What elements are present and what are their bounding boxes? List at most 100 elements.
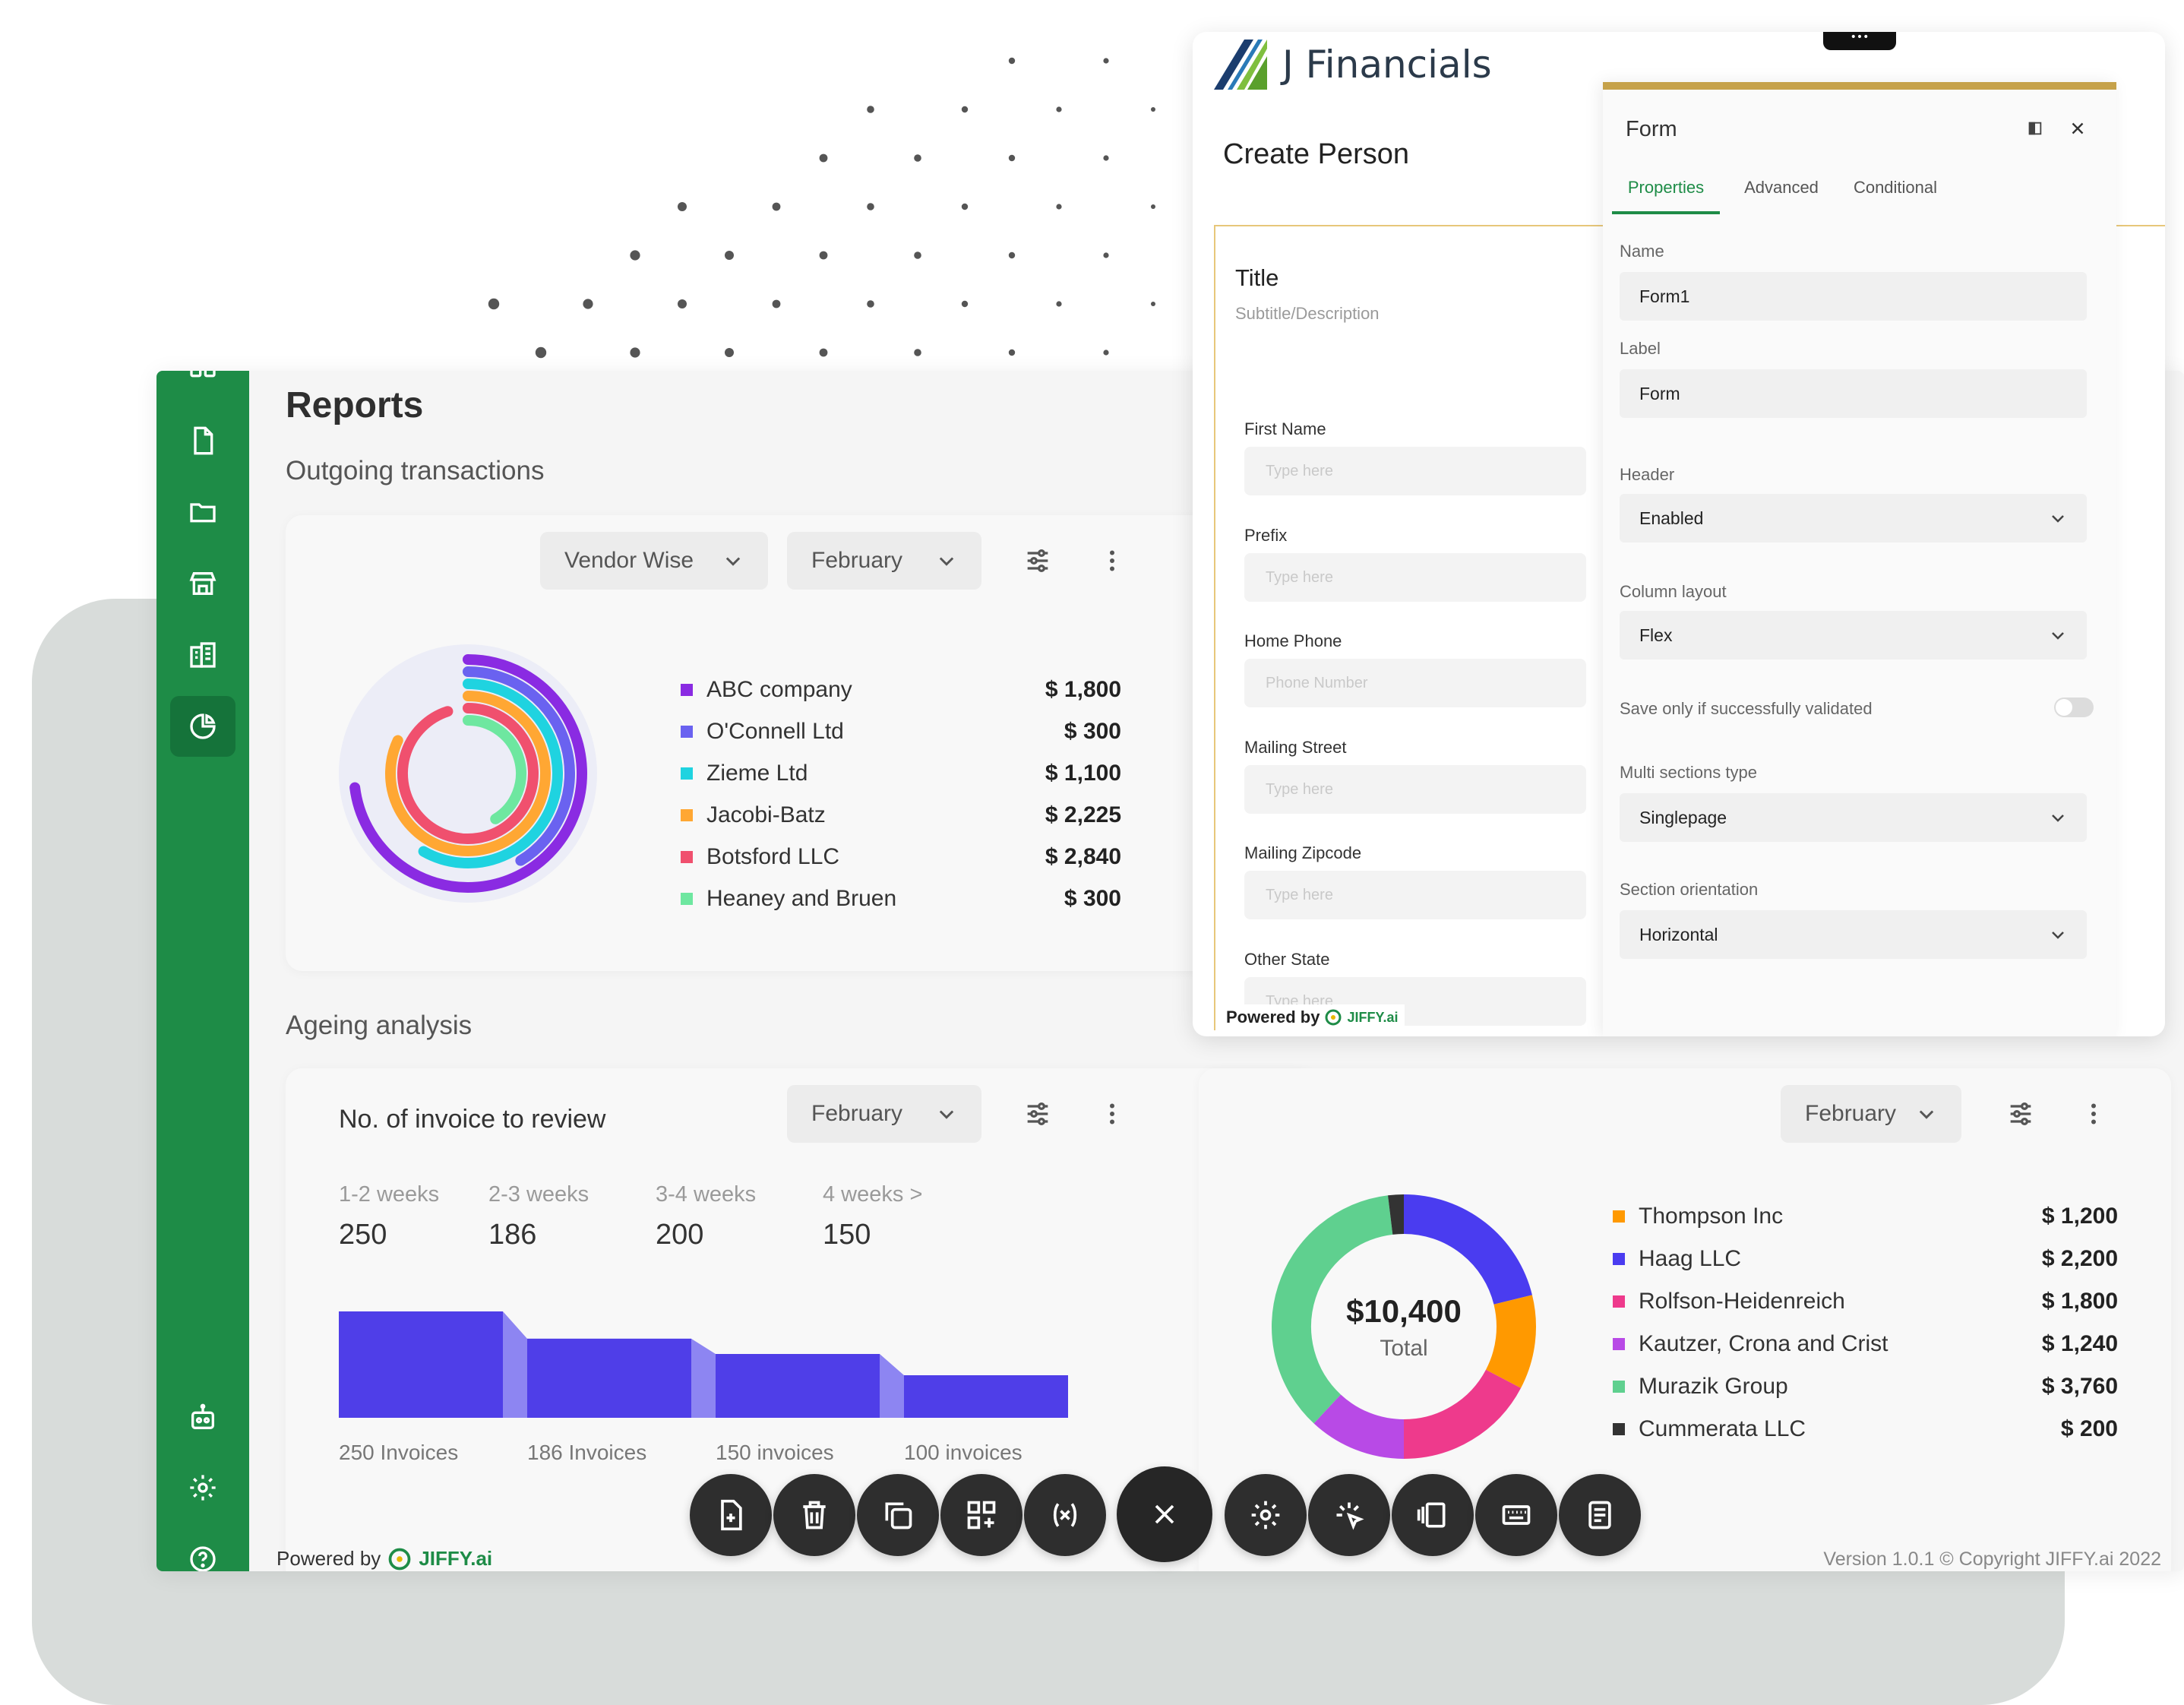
legend-swatch	[681, 893, 693, 905]
legend-name: Rolfson-Heidenreich	[1639, 1289, 1845, 1314]
label-label: Label	[1620, 339, 1661, 358]
pattern-dot	[678, 299, 687, 308]
mailing-street-input[interactable]: Type here	[1244, 765, 1586, 814]
pattern-dot	[583, 299, 593, 309]
form-title[interactable]: Title	[1235, 264, 1278, 292]
bar-connector	[503, 1311, 527, 1418]
dock-button[interactable]	[2027, 120, 2045, 138]
label-input[interactable]: Form	[1620, 369, 2087, 418]
tab-properties[interactable]: Properties	[1612, 178, 1720, 214]
donut-filter-button[interactable]	[1999, 1093, 2042, 1135]
toggle-knob	[2056, 699, 2072, 716]
legend-name: Haag LLC	[1639, 1246, 1742, 1271]
sidebar-item-help[interactable]	[170, 1529, 235, 1571]
mailing-zipcode-input[interactable]: Type here	[1244, 871, 1586, 919]
sidebar-item-grid[interactable]	[170, 371, 235, 409]
j-financials-logo	[1214, 40, 1267, 90]
tab-conditional[interactable]: Conditional	[1838, 178, 1952, 214]
pattern-dot	[772, 299, 781, 308]
multi-sections-select[interactable]: Singlepage	[1620, 793, 2087, 842]
legend-swatch	[1613, 1253, 1625, 1265]
name-input-value: Form1	[1639, 286, 1690, 306]
home-phone-input[interactable]: Phone Number	[1244, 659, 1586, 707]
month-dropdown[interactable]: February	[787, 532, 981, 590]
section-title-ageing: Ageing analysis	[286, 1011, 473, 1040]
legend-name: O'Connell Ltd	[706, 719, 844, 744]
legend-swatch	[681, 767, 693, 780]
sidebar-item-documents[interactable]	[170, 410, 235, 471]
pattern-dot	[1151, 107, 1155, 112]
pattern-dot	[961, 203, 969, 210]
outgoing-transactions-card: Vendor Wise February ABC company $ 1,800 O…	[286, 515, 1316, 971]
legend-amount: $ 200	[2060, 1416, 2118, 1441]
dot-pattern	[488, 57, 1203, 359]
legend-amount: $ 300	[1064, 719, 1121, 744]
jiffy-logo-icon	[388, 1548, 411, 1570]
pattern-dot	[1008, 251, 1016, 259]
invoice-step-chart	[339, 1311, 1068, 1418]
donut-month-dropdown[interactable]: February	[1781, 1085, 1961, 1143]
legend-name: Thompson Inc	[1639, 1204, 1784, 1229]
pattern-dot	[630, 347, 640, 358]
tab-advanced[interactable]: Advanced	[1732, 178, 1831, 214]
name-input[interactable]: Form1	[1620, 272, 2087, 321]
legend-item: O'Connell Ltd $ 300	[681, 713, 1121, 751]
sidebar-item-store[interactable]	[170, 553, 235, 614]
sliders-icon	[1027, 549, 1048, 572]
first-name-input[interactable]: Type here	[1244, 447, 1586, 495]
ageing-more-button[interactable]	[1091, 1093, 1133, 1135]
legend-item: Thompson Inc $ 1,200	[1613, 1197, 2118, 1235]
building-icon	[190, 642, 216, 668]
donut-month-value: February	[1805, 1101, 1897, 1126]
legend-item: Kautzer, Crona and Crist $ 1,240	[1613, 1325, 2118, 1363]
legend-swatch	[681, 809, 693, 821]
header-select[interactable]: Enabled	[1620, 494, 2087, 542]
field-label: Mailing Zipcode	[1244, 843, 1362, 862]
ageing-filter-button[interactable]	[1016, 1093, 1059, 1135]
chevron-down-icon	[2052, 515, 2064, 523]
more-options-button[interactable]	[1091, 539, 1133, 582]
more-vertical-icon	[1110, 1103, 1114, 1125]
pattern-dot	[1103, 58, 1109, 64]
sidebar-item-buildings[interactable]	[170, 625, 235, 685]
form-subtitle[interactable]: Subtitle/Description	[1235, 304, 1380, 324]
validate-toggle[interactable]	[2054, 698, 2094, 717]
prefix-input[interactable]: Type here	[1244, 553, 1586, 602]
pattern-dot	[867, 203, 874, 210]
legend-name: Cummerata LLC	[1639, 1416, 1806, 1441]
pie-chart-icon	[190, 713, 216, 739]
week-label: 4 weeks >	[823, 1182, 923, 1207]
bar-label: 250 Invoices	[339, 1441, 459, 1464]
window-handle[interactable]: •••	[1823, 32, 1896, 50]
sliders-icon	[1027, 1102, 1048, 1125]
document-icon	[194, 426, 213, 455]
jiffy-brand: JIFFY.ai	[419, 1547, 493, 1570]
ageing-month-dropdown[interactable]: February	[787, 1085, 981, 1143]
pattern-dot	[1103, 252, 1109, 258]
legend-amount: $ 2,840	[1045, 844, 1121, 869]
vendor-dropdown[interactable]: Vendor Wise	[540, 532, 768, 590]
sidebar-item-settings[interactable]	[170, 1457, 235, 1518]
pattern-dot	[914, 251, 921, 259]
donut-more-button[interactable]	[2072, 1093, 2115, 1135]
legend-swatch	[1613, 1295, 1625, 1308]
close-panel-button[interactable]	[2068, 119, 2088, 138]
legend-amount: $ 1,800	[1045, 677, 1121, 702]
store-icon	[189, 572, 217, 595]
bar-connector	[880, 1354, 904, 1418]
folder-icon	[190, 503, 216, 523]
powered-by-label: Powered by	[277, 1547, 381, 1570]
sidebar-item-reports[interactable]	[170, 696, 235, 757]
pattern-dot	[867, 106, 874, 113]
orientation-select[interactable]: Horizontal	[1620, 910, 2087, 959]
legend-name: Botsford LLC	[706, 844, 840, 869]
sidebar-item-folders[interactable]	[170, 482, 235, 542]
bar-connector	[691, 1338, 716, 1418]
column-layout-select[interactable]: Flex	[1620, 611, 2087, 660]
filter-button[interactable]	[1016, 539, 1059, 582]
form-powered-label: Powered by	[1226, 1008, 1320, 1026]
sidebar-item-bots[interactable]	[170, 1387, 235, 1448]
legend-item: Rolfson-Heidenreich $ 1,800	[1613, 1283, 2118, 1321]
legend-swatch	[1613, 1338, 1625, 1350]
pattern-dot	[535, 346, 547, 359]
